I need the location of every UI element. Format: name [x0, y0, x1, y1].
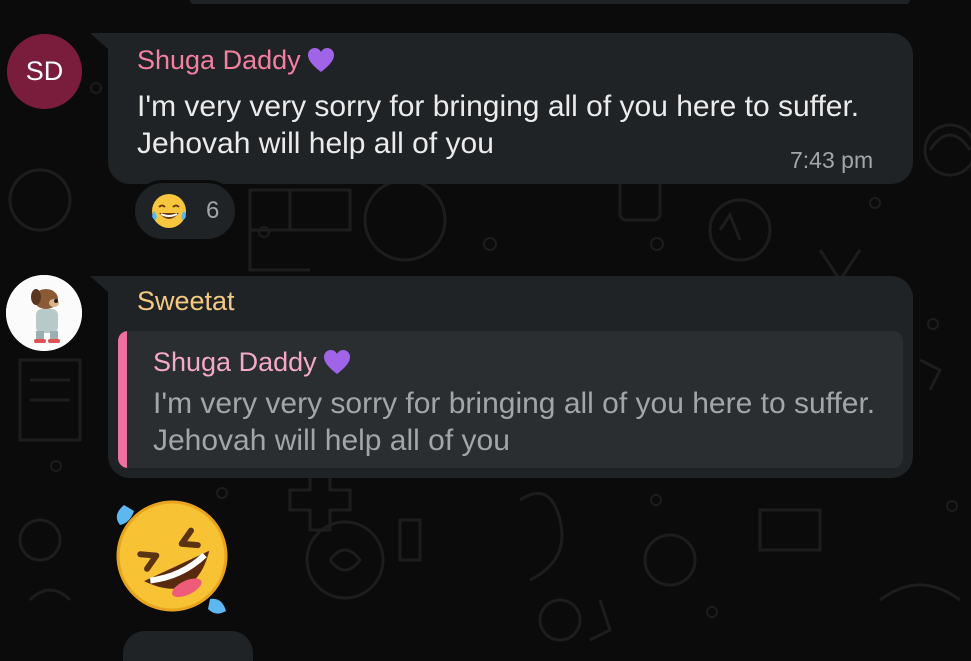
reaction-pill[interactable]: 6: [132, 180, 238, 242]
purple-heart-icon: [307, 47, 334, 72]
quote-bar: [118, 331, 127, 468]
sender-name[interactable]: Sweetat: [137, 286, 235, 317]
avatar-initials: SD: [25, 56, 64, 86]
dog-avatar-icon: [6, 275, 82, 351]
previous-message-bubble: [190, 0, 910, 4]
reaction-count: 6: [206, 197, 220, 224]
next-message-bubble: [123, 631, 253, 661]
message-time: 7:43 pm: [790, 147, 874, 173]
reply-quote[interactable]: Shuga Daddy I'm very very sorry for brin…: [118, 331, 903, 468]
quoted-sender-name: Shuga Daddy: [153, 347, 351, 378]
avatar[interactable]: [6, 275, 82, 351]
sender-name[interactable]: Shuga Daddy: [137, 45, 335, 76]
bubble-tail: [90, 276, 108, 292]
bubble-tail: [90, 33, 108, 49]
avatar[interactable]: SD: [7, 34, 82, 109]
purple-heart-icon: [323, 349, 350, 374]
message-text: I'm very very sorry for bringing all of …: [137, 90, 860, 160]
face-with-tears-of-joy-icon: [152, 194, 186, 228]
rolling-on-the-floor-laughing-icon[interactable]: [106, 495, 238, 617]
quoted-message-text: I'm very very sorry for bringing all of …: [153, 387, 876, 457]
